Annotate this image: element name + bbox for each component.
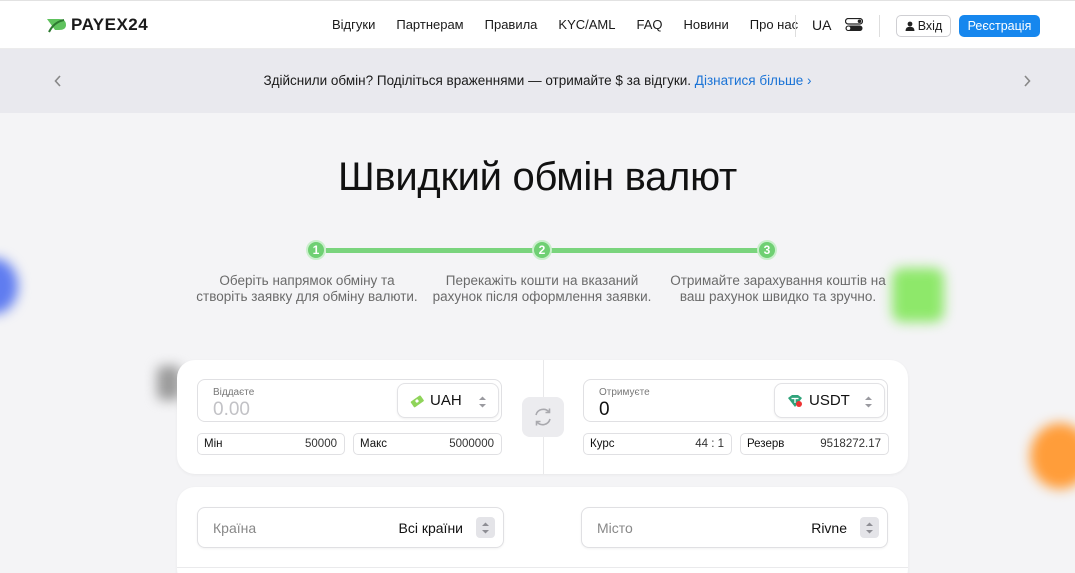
swap-arrows-icon	[535, 408, 551, 426]
rate-box: Курс 44 : 1	[583, 433, 732, 455]
step-1-text: Оберіть напрямок обміну та створіть заяв…	[196, 273, 418, 304]
uah-banknote-icon	[410, 394, 424, 407]
decorative-blob-green	[892, 268, 944, 322]
max-label: Макс	[360, 438, 388, 450]
updown-arrows-icon	[865, 396, 872, 408]
step-3-badge: 3	[757, 240, 777, 260]
city-updown-icon	[860, 517, 879, 538]
filter-card-divider	[177, 567, 908, 568]
get-amount-value[interactable]: 0	[599, 399, 610, 421]
login-button[interactable]: Вхід	[896, 15, 951, 37]
banner-message: Здійснили обмін? Поділіться враженнями —…	[0, 73, 1075, 88]
main-nav: Відгуки Партнерам Правила KYC/AML FAQ Но…	[332, 17, 819, 32]
nav-divider	[795, 15, 796, 37]
get-label: Отримуєте	[599, 387, 650, 398]
rate-value: 44 : 1	[695, 438, 724, 450]
city-value: Rivne	[811, 520, 847, 536]
step-1-badge: 1	[306, 240, 326, 260]
give-min-box: Мін 50000	[197, 433, 345, 455]
give-amount-field[interactable]: Віддаєте 0.00 UAH	[197, 379, 502, 422]
theme-toggle-icon[interactable]	[845, 18, 863, 32]
nav-rules[interactable]: Правила	[485, 17, 538, 32]
nav-partners[interactable]: Партнерам	[396, 17, 463, 32]
city-select[interactable]: Місто Rivne	[581, 507, 888, 548]
reserve-label: Резерв	[747, 438, 785, 450]
step-2-text: Перекажіть кошти на вказаний рахунок піс…	[432, 273, 652, 304]
page-title: Швидкий обмін валют	[338, 155, 737, 199]
site-header: PAYEX24 Відгуки Партнерам Правила KYC/AM…	[0, 0, 1075, 49]
swap-currencies-button[interactable]	[522, 397, 564, 437]
give-amount-input[interactable]: 0.00	[213, 399, 250, 421]
country-select[interactable]: Країна Всі країни	[197, 507, 504, 548]
decorative-blob-blue	[0, 258, 18, 314]
nav-kyc-aml[interactable]: KYC/AML	[558, 17, 615, 32]
language-switcher[interactable]: UA	[812, 17, 831, 33]
nav-news[interactable]: Новини	[684, 17, 729, 32]
banner-text: Здійснили обмін? Поділіться враженнями —…	[263, 73, 692, 88]
rate-label: Курс	[590, 438, 615, 450]
min-value: 50000	[305, 438, 337, 450]
chevron-right-icon[interactable]	[1022, 73, 1032, 89]
logo-text: PAYEX24	[71, 15, 149, 34]
register-button[interactable]: Реєстрація	[959, 15, 1040, 37]
country-label: Країна	[213, 520, 257, 536]
country-updown-icon	[476, 517, 495, 538]
banner-learn-more-link[interactable]: Дізнатися більше ›	[695, 73, 812, 88]
min-label: Мін	[204, 438, 223, 450]
nav-about[interactable]: Про нас	[750, 17, 798, 32]
city-label: Місто	[597, 520, 633, 536]
promo-banner: Здійснили обмін? Поділіться враженнями —…	[0, 49, 1075, 113]
login-label: Вхід	[917, 19, 943, 33]
step-2-badge: 2	[532, 240, 552, 260]
nav-reviews[interactable]: Відгуки	[332, 17, 375, 32]
country-value: Всі країни	[398, 520, 463, 536]
step-3-text: Отримайте зарахування коштів на ваш раху…	[670, 273, 886, 304]
reserve-box: Резерв 9518272.17	[740, 433, 889, 455]
nav-faq[interactable]: FAQ	[637, 17, 663, 32]
give-max-box: Макс 5000000	[353, 433, 502, 455]
get-amount-field[interactable]: Отримуєте 0 USDT	[583, 379, 888, 422]
give-label: Віддаєте	[213, 387, 255, 398]
give-currency-select[interactable]: UAH	[397, 383, 499, 418]
max-value: 5000000	[449, 438, 494, 450]
usdt-icon	[788, 394, 802, 407]
logo-leaf-icon	[47, 19, 66, 33]
reserve-value: 9518272.17	[820, 438, 881, 450]
decorative-blob-orange	[1030, 423, 1075, 489]
updown-arrows-icon	[479, 396, 486, 408]
give-currency-name: UAH	[430, 392, 462, 409]
nav-divider-2	[879, 15, 880, 37]
get-currency-name: USDT	[809, 392, 850, 409]
get-currency-select[interactable]: USDT	[774, 383, 885, 418]
logo[interactable]: PAYEX24	[46, 15, 148, 35]
user-icon	[905, 21, 915, 31]
